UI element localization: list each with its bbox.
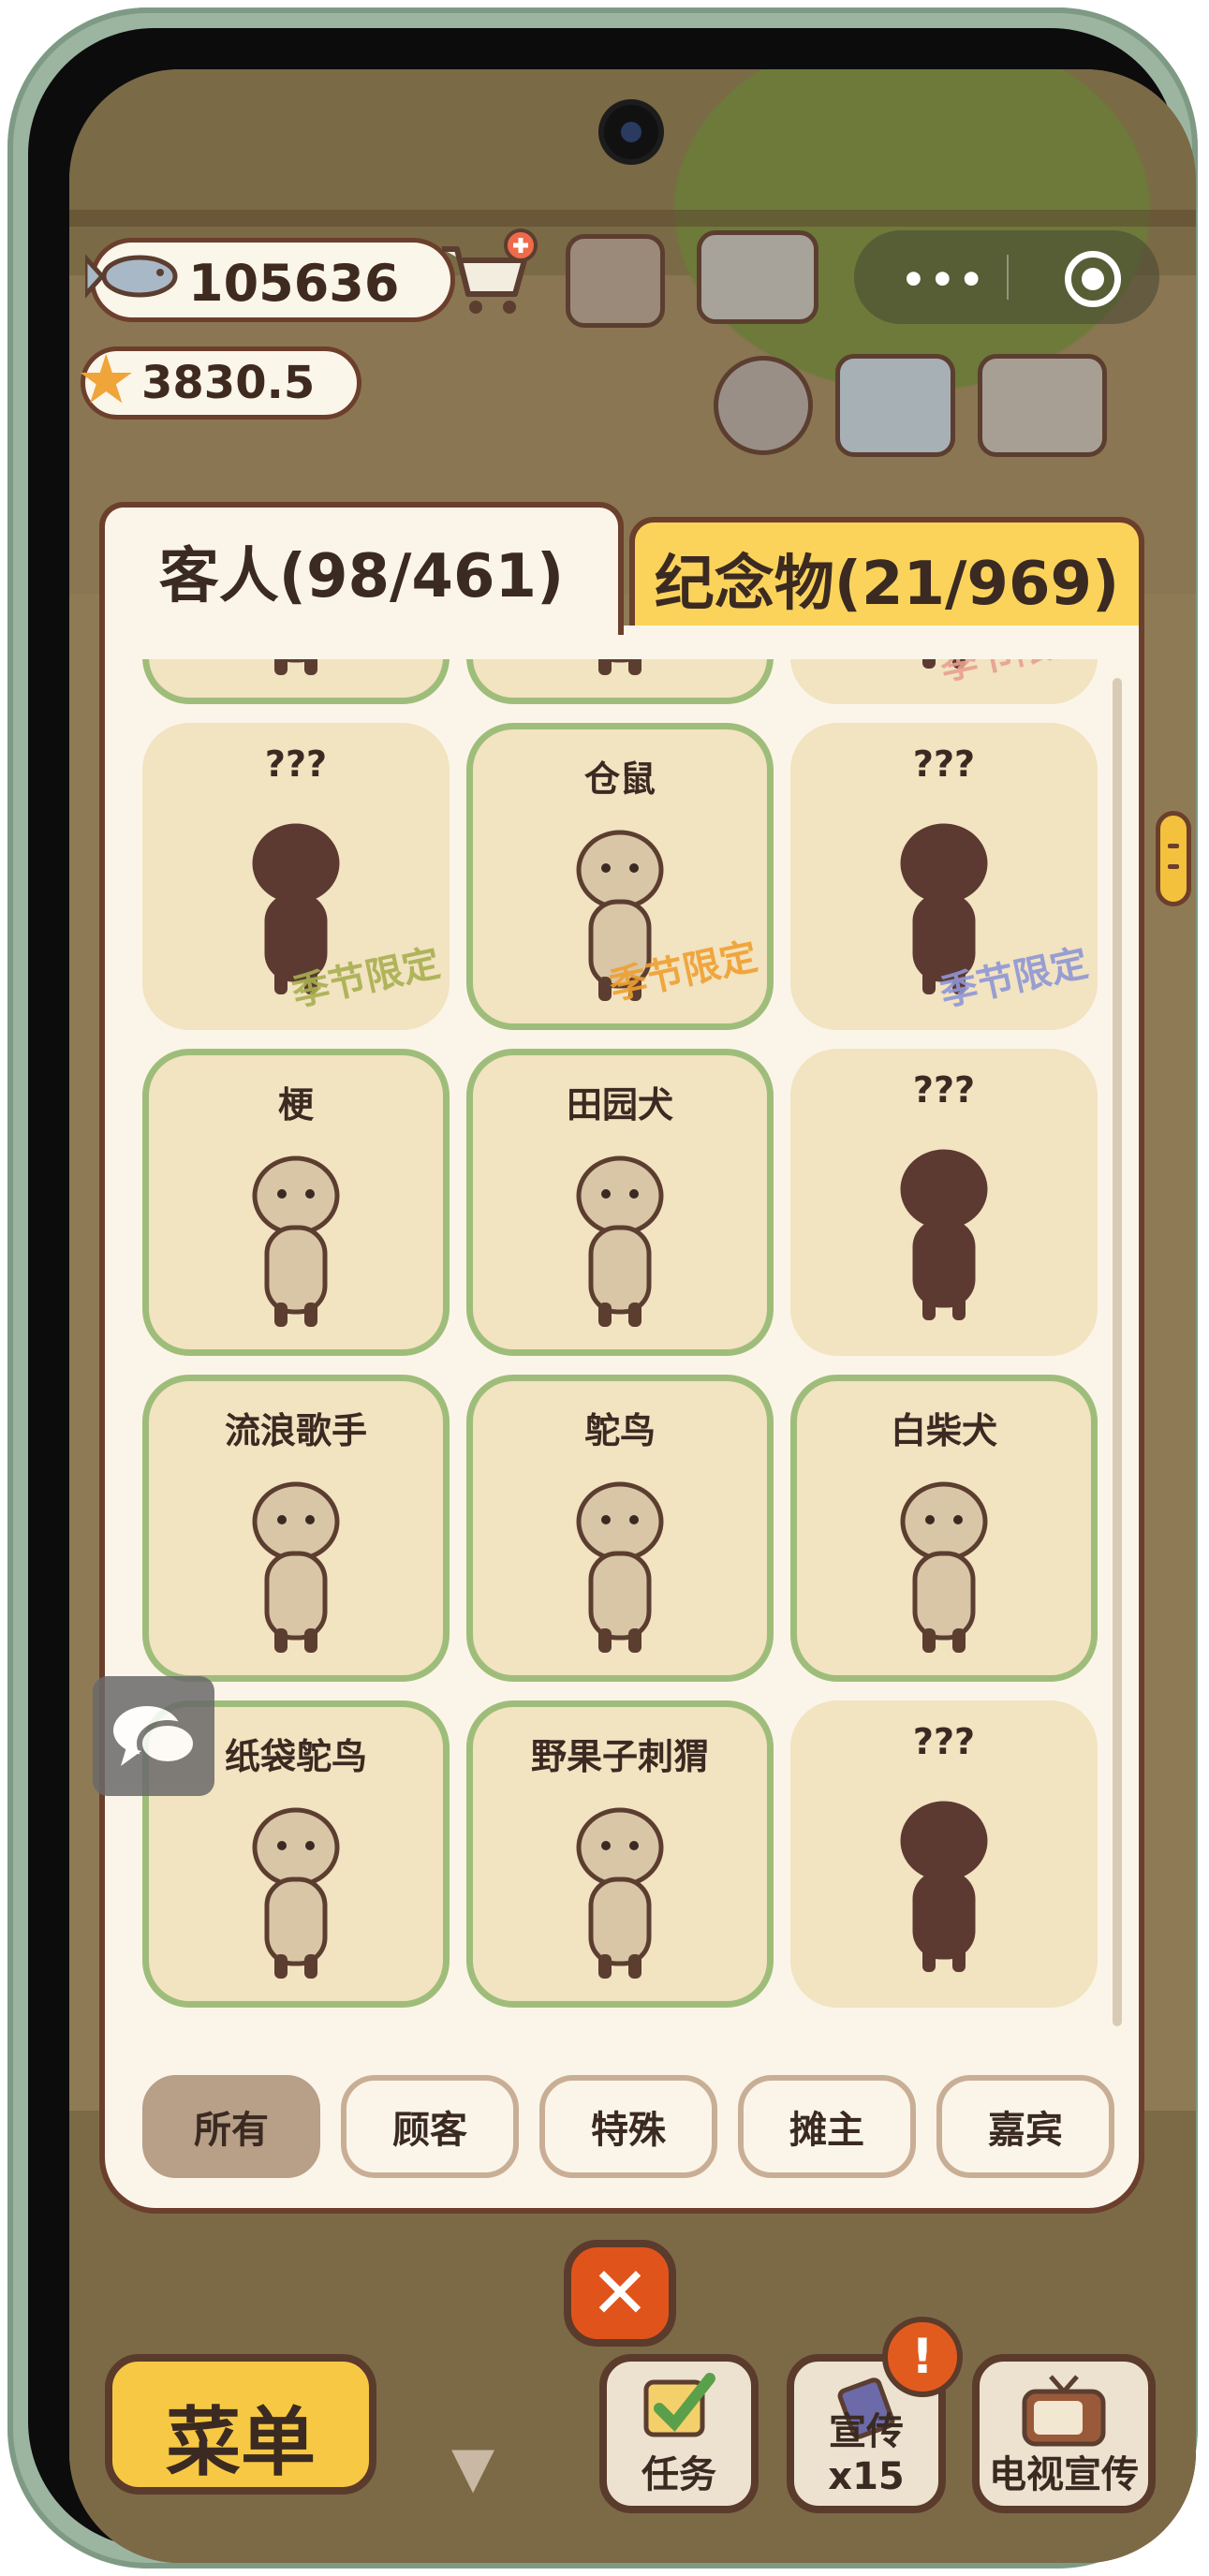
scrollbar-track[interactable] [1113,678,1122,2026]
guest-card[interactable]: 鸵鸟 [466,1375,774,1682]
fish-count: 105636 [188,254,400,313]
guest-name: 鸵鸟 [583,1410,656,1451]
guest-name: 仓鼠 [583,758,656,800]
guest-card[interactable]: ??? 季节限定 [142,723,450,1030]
paw-book-icon[interactable] [697,230,818,324]
close-icon: ✕ [590,2251,650,2334]
guest-card[interactable]: 季节限定 [790,659,1098,704]
filter-button[interactable]: 顾客 [341,2075,519,2178]
animal-figure-icon [576,1807,664,1979]
front-camera [604,105,658,159]
collection-modal: 客人(98/461) 纪念物(21/969) 季节限定???季节限定仓鼠季节限定… [99,502,1191,2214]
more-icon[interactable]: ••• [901,257,988,302]
guest-card[interactable]: ??? [790,1049,1098,1356]
guest-name: 白柴犬 [890,1410,997,1451]
menu-label: 菜单 [166,2399,316,2486]
filter-button[interactable]: 摊主 [738,2075,916,2178]
chat-bubbles-icon [113,1706,199,1767]
animal-figure-icon [576,1481,664,1653]
guest-card[interactable]: 流浪歌手 [142,1375,450,1682]
star-currency-pill: ★ 3830.5 [76,346,361,420]
collection-panel: 季节限定 ???季节限定仓鼠季节限定???季节限定梗 田园犬??? 流浪歌手 鸵鸟 白柴犬… [99,626,1144,2214]
guest-name: ??? [912,1069,976,1111]
game-screen: 105636 ★ 3830.5 ••• 客人(98/461) 纪念物(21/96… [69,69,1196,2563]
close-miniprogram-icon[interactable] [1065,251,1121,307]
menu-button[interactable]: 菜单 [105,2354,376,2495]
guest-name: 田园犬 [566,1084,673,1126]
guest-name: ??? [912,1721,976,1762]
guest-name: ??? [264,743,328,785]
chevron-down-icon[interactable]: ▼ [451,2435,494,2500]
guest-name: 流浪歌手 [224,1410,367,1451]
filter-bar: 所有 顾客 特殊 摊主 嘉宾 [142,2075,1116,2184]
animal-figure-icon [252,1156,340,1327]
tv-icon [1022,2375,1106,2447]
sort-arrows-icon[interactable] [978,354,1107,457]
animal-figure-icon [274,659,317,675]
guest-card[interactable]: 野果子刺猬 [466,1700,774,2008]
star-count: 3830.5 [141,357,316,409]
guest-card[interactable]: ??? [790,1700,1098,2008]
seasonal-limited-label: 季节限定 [935,659,1093,691]
tv-promo-label: 电视宣传 [989,2453,1139,2496]
animal-silhouette-icon [900,1801,988,1972]
filter-button[interactable]: 特殊 [539,2075,717,2178]
animal-figure-icon [900,1481,988,1653]
task-button[interactable]: 任务 [599,2354,759,2513]
fish-icon [85,254,178,299]
guest-name: 野果子刺猬 [530,1736,709,1777]
animal-figure-icon [252,1481,340,1653]
guest-card[interactable] [142,659,450,704]
filter-button[interactable]: 嘉宾 [936,2075,1114,2178]
shop-cart-icon[interactable] [435,228,538,322]
guest-card[interactable] [466,659,774,704]
newspaper-icon[interactable] [566,234,665,328]
task-label: 任务 [641,2453,716,2496]
animal-figure-icon [252,1807,340,1979]
chat-button[interactable] [93,1676,214,1796]
map-icon[interactable] [835,354,955,457]
guest-name: 梗 [277,1084,314,1126]
animal-silhouette-icon [900,1149,988,1320]
guest-card[interactable]: 仓鼠 季节限定 [466,723,774,1030]
star-icon: ★ [76,340,137,419]
guest-card[interactable]: ??? 季节限定 [790,723,1098,1030]
animal-figure-icon [576,1156,664,1327]
guest-grid-viewport[interactable]: 季节限定 ???季节限定仓鼠季节限定???季节限定梗 田园犬??? 流浪歌手 鸵鸟 白柴犬… [142,659,1098,2064]
guest-card[interactable]: 梗 [142,1049,450,1356]
tv-promo-button[interactable]: 电视宣传 [972,2354,1156,2513]
guest-card[interactable]: 田园犬 [466,1049,774,1356]
tab-guests[interactable]: 客人(98/461) [99,502,624,635]
close-modal-button[interactable]: ✕ [564,2240,676,2347]
alert-badge-icon: ! [882,2317,963,2397]
gear-icon[interactable] [714,356,813,455]
phone-bezel: 105636 ★ 3830.5 ••• 客人(98/461) 纪念物(21/96… [28,28,1196,2563]
guest-card[interactable]: 白柴犬 [790,1375,1098,1682]
animal-figure-icon [598,659,641,675]
miniprogram-capsule: ••• [854,230,1159,324]
promo-label: 宣传x15 [828,2410,905,2498]
fish-currency-pill: 105636 [85,238,455,322]
guest-name: ??? [912,743,976,785]
phone-frame: 105636 ★ 3830.5 ••• 客人(98/461) 纪念物(21/96… [7,7,1198,2569]
checkbox-icon [643,2373,715,2437]
filter-button[interactable]: 所有 [142,2075,320,2178]
tab-souvenirs[interactable]: 纪念物(21/969) [629,517,1144,650]
scrollbar-thumb[interactable] [1156,811,1191,906]
